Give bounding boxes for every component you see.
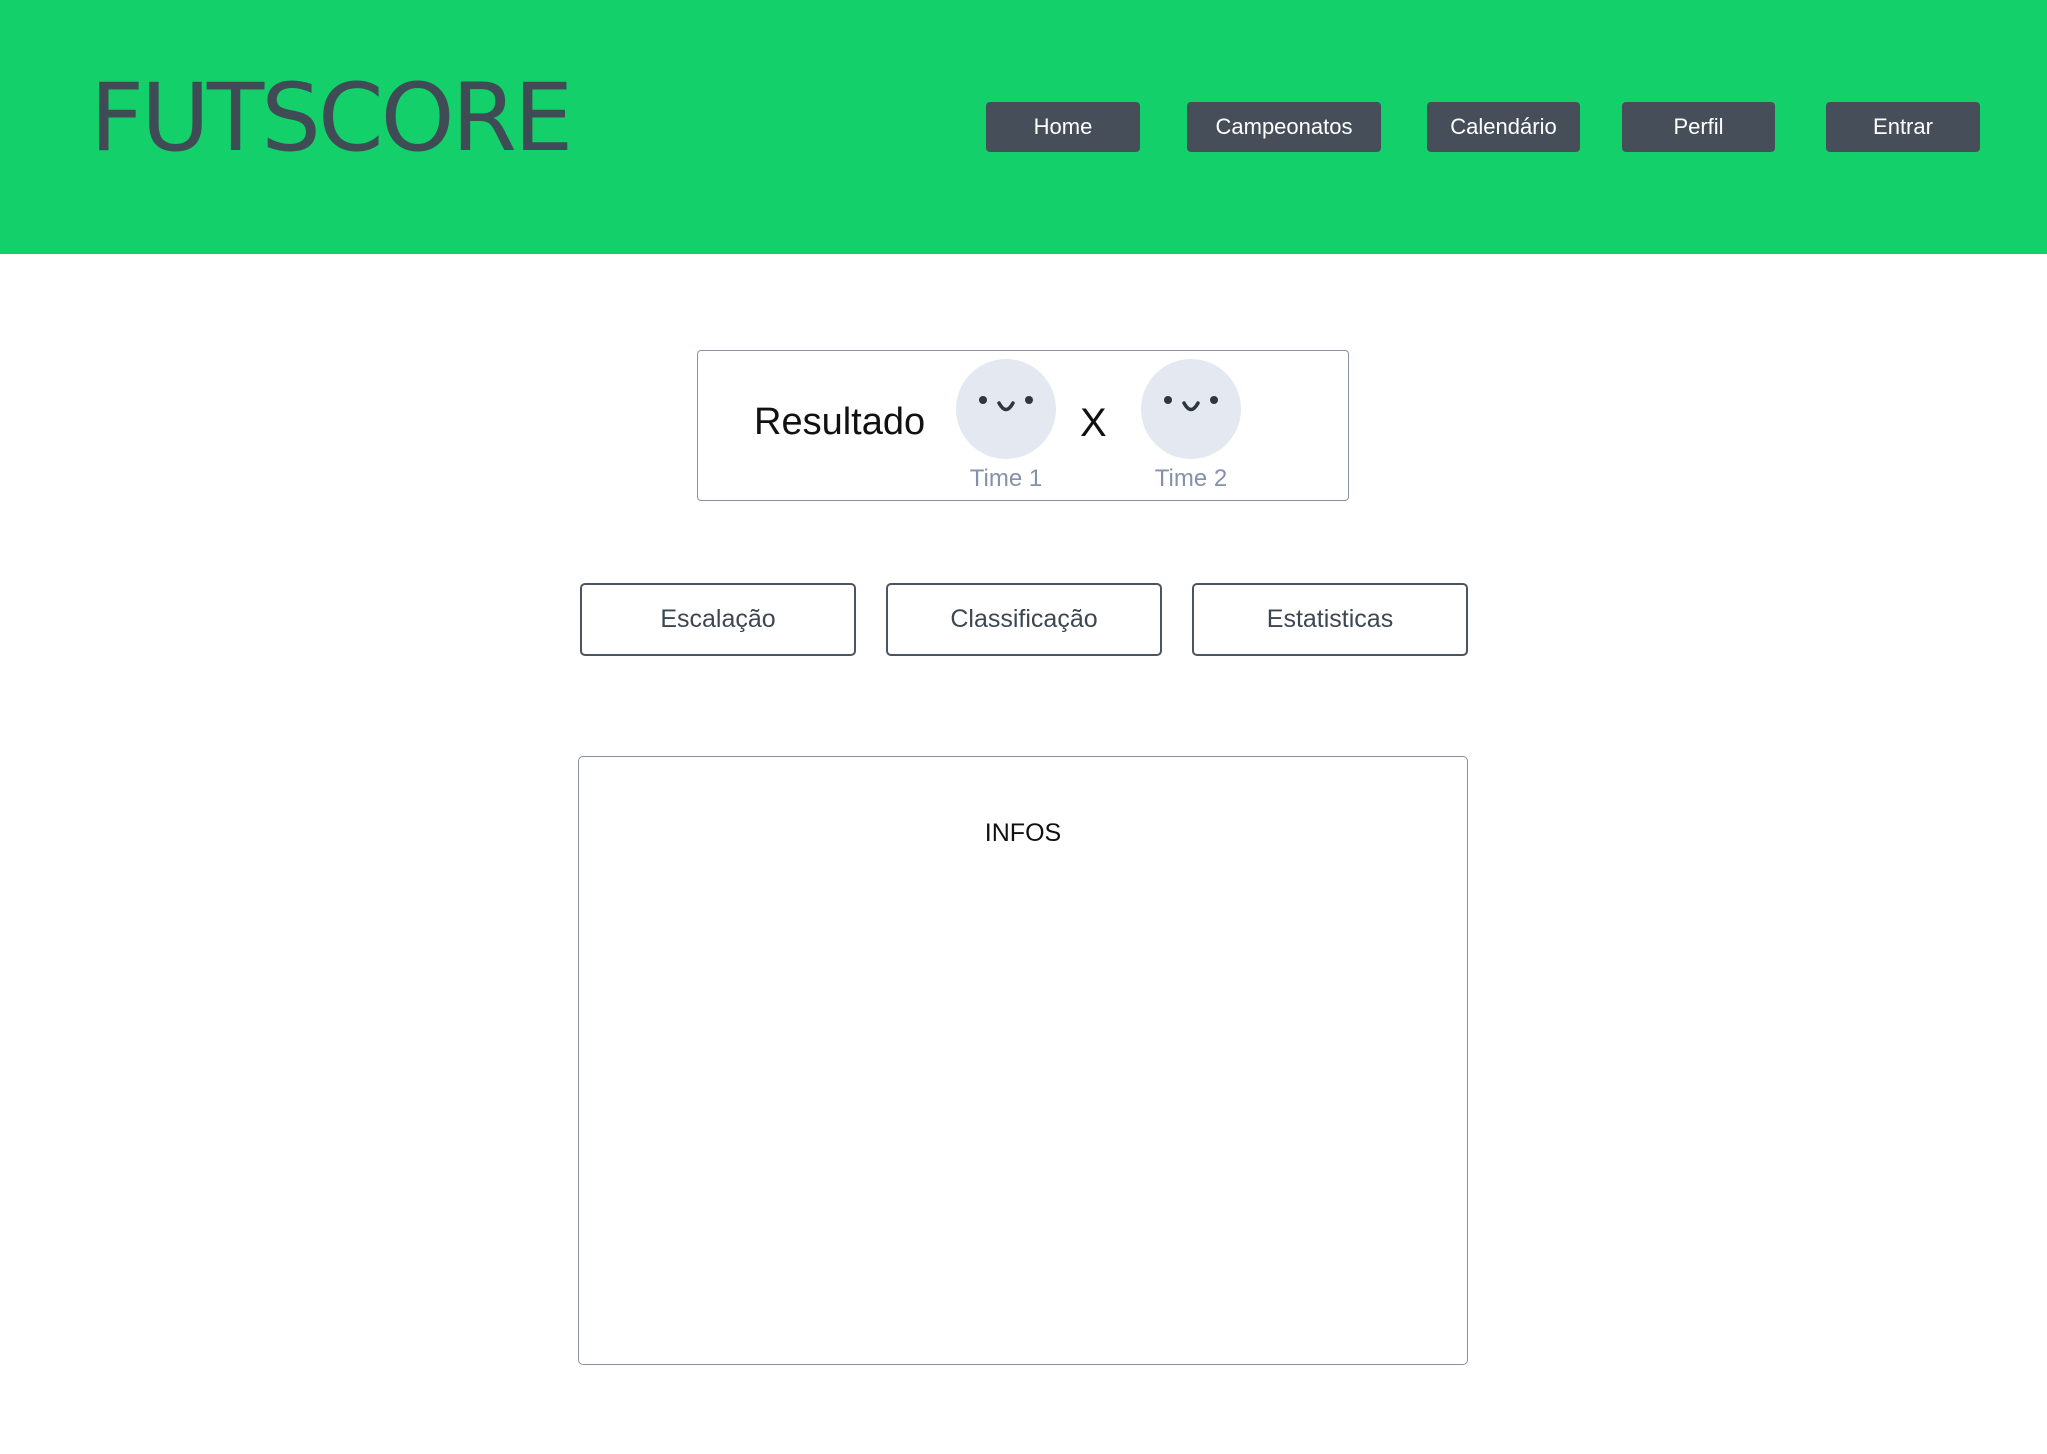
tab-escalacao[interactable]: Escalação [580, 583, 856, 656]
result-label: Resultado [754, 401, 926, 443]
infos-title: INFOS [984, 819, 1062, 847]
nav-home-button[interactable]: Home [986, 102, 1140, 152]
nav-calendario-button[interactable]: Calendário [1427, 102, 1580, 152]
versus-label: X [1080, 401, 1107, 445]
smiley-avatar-icon [1164, 396, 1218, 412]
team-2[interactable]: Time 2 [1141, 359, 1241, 493]
futscore-logo[interactable]: FUTSCORE [90, 72, 573, 166]
top-header: FUTSCORE Home Campeonatos Calendário Per… [0, 0, 2047, 254]
nav-campeonatos-button[interactable]: Campeonatos [1187, 102, 1381, 152]
tab-classificacao[interactable]: Classificação [886, 583, 1162, 656]
infos-panel: INFOS [578, 756, 1468, 1365]
tab-estatisticas[interactable]: Estatisticas [1192, 583, 1468, 656]
smiley-avatar-icon [979, 396, 1033, 412]
team-2-avatar [1141, 359, 1241, 459]
result-card: Resultado Time 1 X Time 2 [697, 350, 1349, 501]
nav-perfil-button[interactable]: Perfil [1622, 102, 1775, 152]
team-1-avatar [956, 359, 1056, 459]
team-2-name: Time 2 [1154, 465, 1228, 492]
nav-entrar-button[interactable]: Entrar [1826, 102, 1980, 152]
team-1-name: Time 1 [969, 465, 1043, 492]
team-1[interactable]: Time 1 [956, 359, 1056, 493]
